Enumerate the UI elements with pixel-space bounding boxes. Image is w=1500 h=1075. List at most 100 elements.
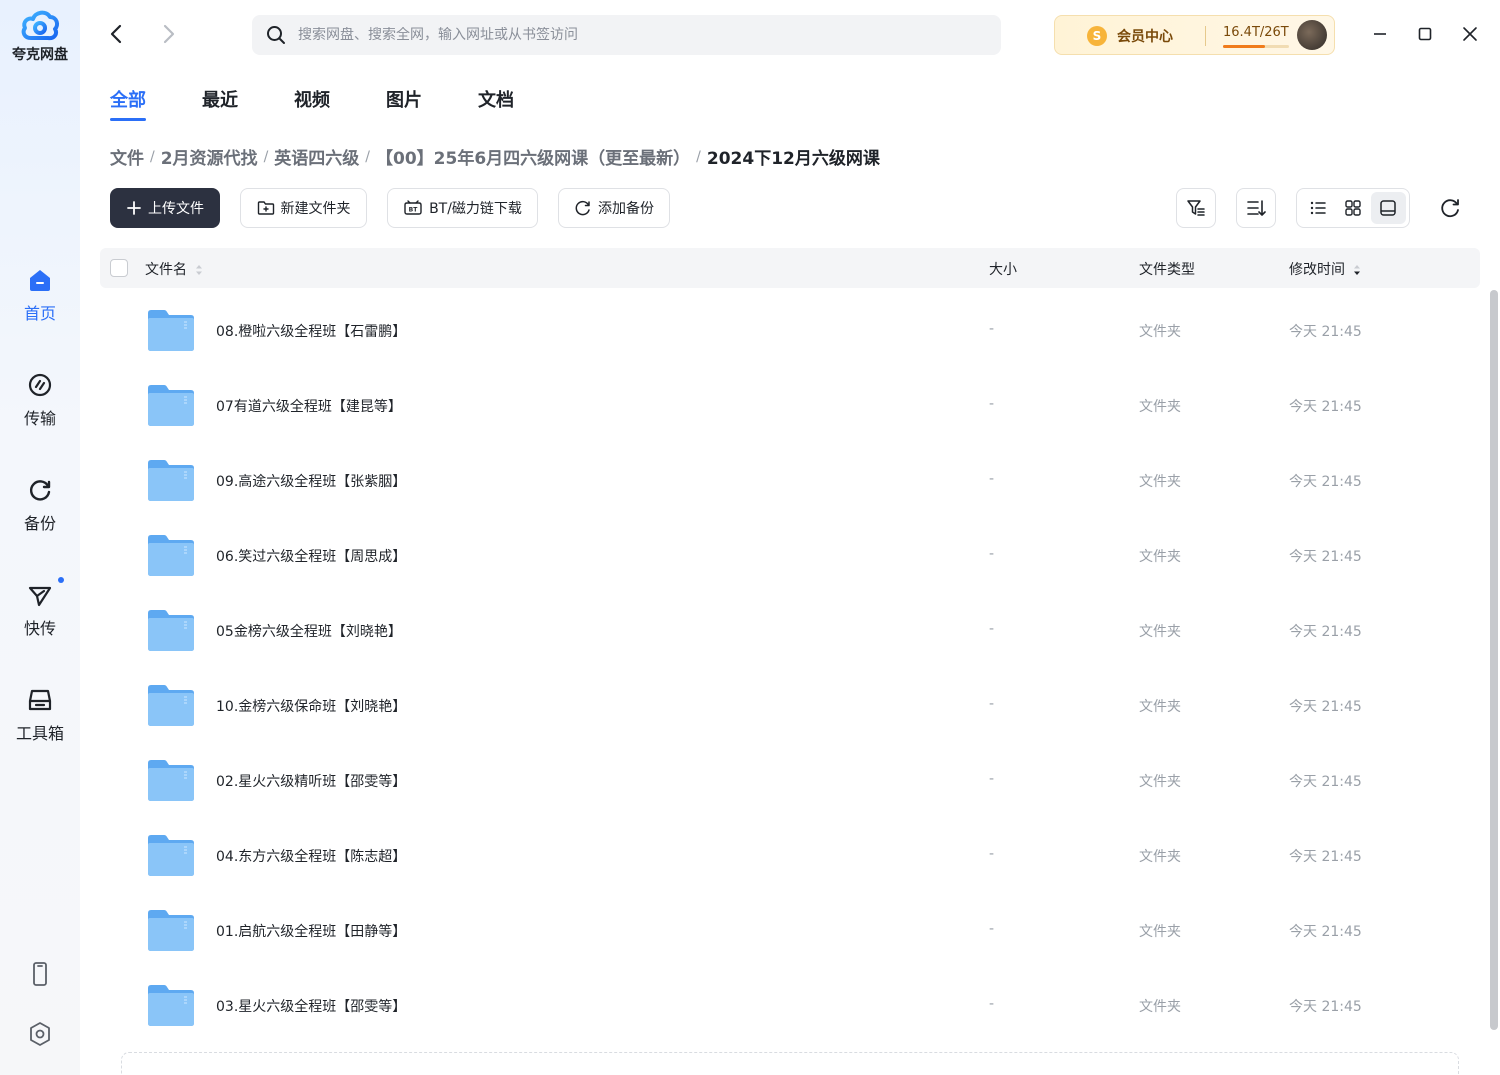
tab-video[interactable]: 视频 (294, 86, 330, 122)
drop-zone[interactable] (121, 1052, 1459, 1075)
add-backup-button-label: 添加备份 (598, 201, 654, 217)
breadcrumb-item[interactable]: 【00】25年6月四六级网课（更至最新） (376, 144, 690, 169)
file-modified-time: 今天 21:45 (1289, 699, 1362, 715)
table-row[interactable]: 04.东方六级全程班【陈志超】 - 文件夹 今天 21:45 (100, 818, 1480, 893)
phone-icon[interactable] (26, 960, 54, 988)
file-name: 05金榜六级全程班【刘晓艳】 (216, 624, 402, 640)
table-row[interactable]: 07有道六级全程班【建昆等】 - 文件夹 今天 21:45 (100, 368, 1480, 443)
column-header-type[interactable]: 文件类型 (1139, 259, 1195, 279)
sidebar-item-toolbox[interactable]: 工具箱 (0, 686, 80, 744)
select-all-checkbox[interactable] (110, 259, 128, 277)
forward-icon[interactable] (156, 22, 180, 46)
minimize-icon[interactable] (1368, 22, 1392, 46)
breadcrumb-separator: / (365, 148, 370, 165)
table-row[interactable]: 05金榜六级全程班【刘晓艳】 - 文件夹 今天 21:45 (100, 593, 1480, 668)
new-folder-icon (257, 201, 274, 215)
grid-view-icon (1345, 200, 1361, 216)
table-row[interactable]: 06.笑过六级全程班【周思成】 - 文件夹 今天 21:45 (100, 518, 1480, 593)
vip-center[interactable]: S 会员中心 16.4T/26T (1054, 15, 1335, 55)
sidebar-item-transfer[interactable]: 传输 (0, 371, 80, 429)
avatar[interactable] (1297, 20, 1327, 50)
folder-icon (148, 910, 194, 951)
breadcrumb-separator: / (263, 148, 269, 165)
preview-view-button[interactable] (1370, 192, 1406, 224)
list-view-button[interactable] (1300, 192, 1335, 224)
backup-icon (29, 480, 51, 501)
file-type: 文件夹 (1139, 399, 1181, 415)
backup-icon (575, 200, 590, 216)
file-type: 文件夹 (1139, 699, 1181, 715)
bt-download-button[interactable]: BT BT/磁力链下载 (387, 188, 538, 228)
send-icon (28, 586, 52, 607)
column-header-name[interactable]: 文件名 (145, 259, 203, 279)
sort-button[interactable] (1236, 188, 1276, 228)
file-size: - (989, 996, 995, 1012)
sidebar-item-label: 工具箱 (15, 724, 64, 743)
breadcrumb: 文件 / 2月资源代找 / 英语四六级 / 【00】25年6月四六级网课（更至最… (110, 144, 880, 170)
table-row[interactable]: 03.星火六级全程班【邵雯等】 - 文件夹 今天 21:45 (100, 968, 1480, 1043)
upload-button[interactable]: 上传文件 (110, 188, 220, 228)
filter-button[interactable] (1176, 188, 1216, 228)
file-size: - (989, 621, 995, 637)
file-name: 08.橙啦六级全程班【石雷鹏】 (216, 324, 407, 340)
back-icon[interactable] (105, 22, 129, 46)
search-input[interactable] (298, 27, 958, 43)
sidebar-item-label: 传输 (23, 409, 56, 428)
view-mode-switcher (1296, 188, 1410, 228)
home-icon (30, 270, 50, 291)
sidebar-item-backup[interactable]: 备份 (0, 476, 80, 534)
column-header-modified[interactable]: 修改时间 (1289, 259, 1361, 279)
breadcrumb-item[interactable]: 2月资源代找 (161, 144, 258, 169)
folder-icon (148, 610, 194, 651)
divider (1205, 26, 1206, 46)
table-row[interactable]: 08.橙啦六级全程班【石雷鹏】 - 文件夹 今天 21:45 (100, 293, 1480, 368)
file-size: - (989, 921, 995, 937)
table-row[interactable]: 10.金榜六级保命班【刘晓艳】 - 文件夹 今天 21:45 (100, 668, 1480, 743)
sort-arrows-icon (1354, 265, 1361, 275)
breadcrumb-item[interactable]: 文件 (110, 144, 144, 169)
scrollbar[interactable] (1490, 290, 1498, 1030)
column-header-label: 修改时间 (1289, 262, 1345, 278)
table-header: 文件名 大小 文件类型 修改时间 (100, 248, 1480, 288)
add-backup-button[interactable]: 添加备份 (558, 188, 670, 228)
file-name: 06.笑过六级全程班【周思成】 (216, 549, 407, 565)
tab-all[interactable]: 全部 (110, 86, 146, 122)
search-icon (267, 26, 285, 44)
app-logo[interactable]: 夸克网盘 (0, 8, 80, 64)
folder-icon (148, 835, 194, 876)
folder-icon (148, 985, 194, 1026)
folder-icon (148, 460, 194, 501)
maximize-icon[interactable] (1413, 22, 1437, 46)
sidebar-item-label: 快传 (23, 619, 56, 638)
table-row[interactable]: 09.高途六级全程班【张紫胭】 - 文件夹 今天 21:45 (100, 443, 1480, 518)
svg-text:BT: BT (409, 207, 419, 214)
new-folder-button[interactable]: 新建文件夹 (240, 188, 367, 228)
sidebar-item-quick-send[interactable]: 快传 (0, 577, 80, 639)
table-row[interactable]: 01.启航六级全程班【田静等】 - 文件夹 今天 21:45 (100, 893, 1480, 968)
file-name: 09.高途六级全程班【张紫胭】 (216, 474, 407, 490)
breadcrumb-item[interactable]: 英语四六级 (274, 144, 359, 169)
file-name: 10.金榜六级保命班【刘晓艳】 (216, 699, 407, 715)
tab-recent[interactable]: 最近 (202, 86, 238, 122)
settings-icon[interactable] (26, 1020, 54, 1048)
file-name: 03.星火六级全程班【邵雯等】 (216, 999, 407, 1015)
folder-icon (148, 685, 194, 726)
refresh-icon[interactable] (1438, 196, 1462, 220)
file-size: - (989, 696, 995, 712)
tab-documents[interactable]: 文档 (478, 86, 514, 122)
file-modified-time: 今天 21:45 (1289, 549, 1362, 565)
grid-view-button[interactable] (1335, 192, 1370, 224)
table-row[interactable]: 02.星火六级精听班【邵雯等】 - 文件夹 今天 21:45 (100, 743, 1480, 818)
cloud-logo-icon (21, 10, 60, 41)
file-name: 01.启航六级全程班【田静等】 (216, 924, 407, 940)
file-type: 文件夹 (1139, 849, 1181, 865)
storage-quota: 16.4T/26T (1223, 25, 1289, 40)
tab-images[interactable]: 图片 (386, 86, 422, 122)
plus-icon (127, 201, 141, 215)
file-modified-time: 今天 21:45 (1289, 474, 1362, 490)
search-bar[interactable] (252, 15, 1001, 55)
sidebar-item-home[interactable]: 首页 (0, 266, 80, 324)
column-header-size[interactable]: 大小 (989, 259, 1017, 279)
sort-icon (1247, 200, 1266, 216)
close-icon[interactable] (1458, 22, 1482, 46)
